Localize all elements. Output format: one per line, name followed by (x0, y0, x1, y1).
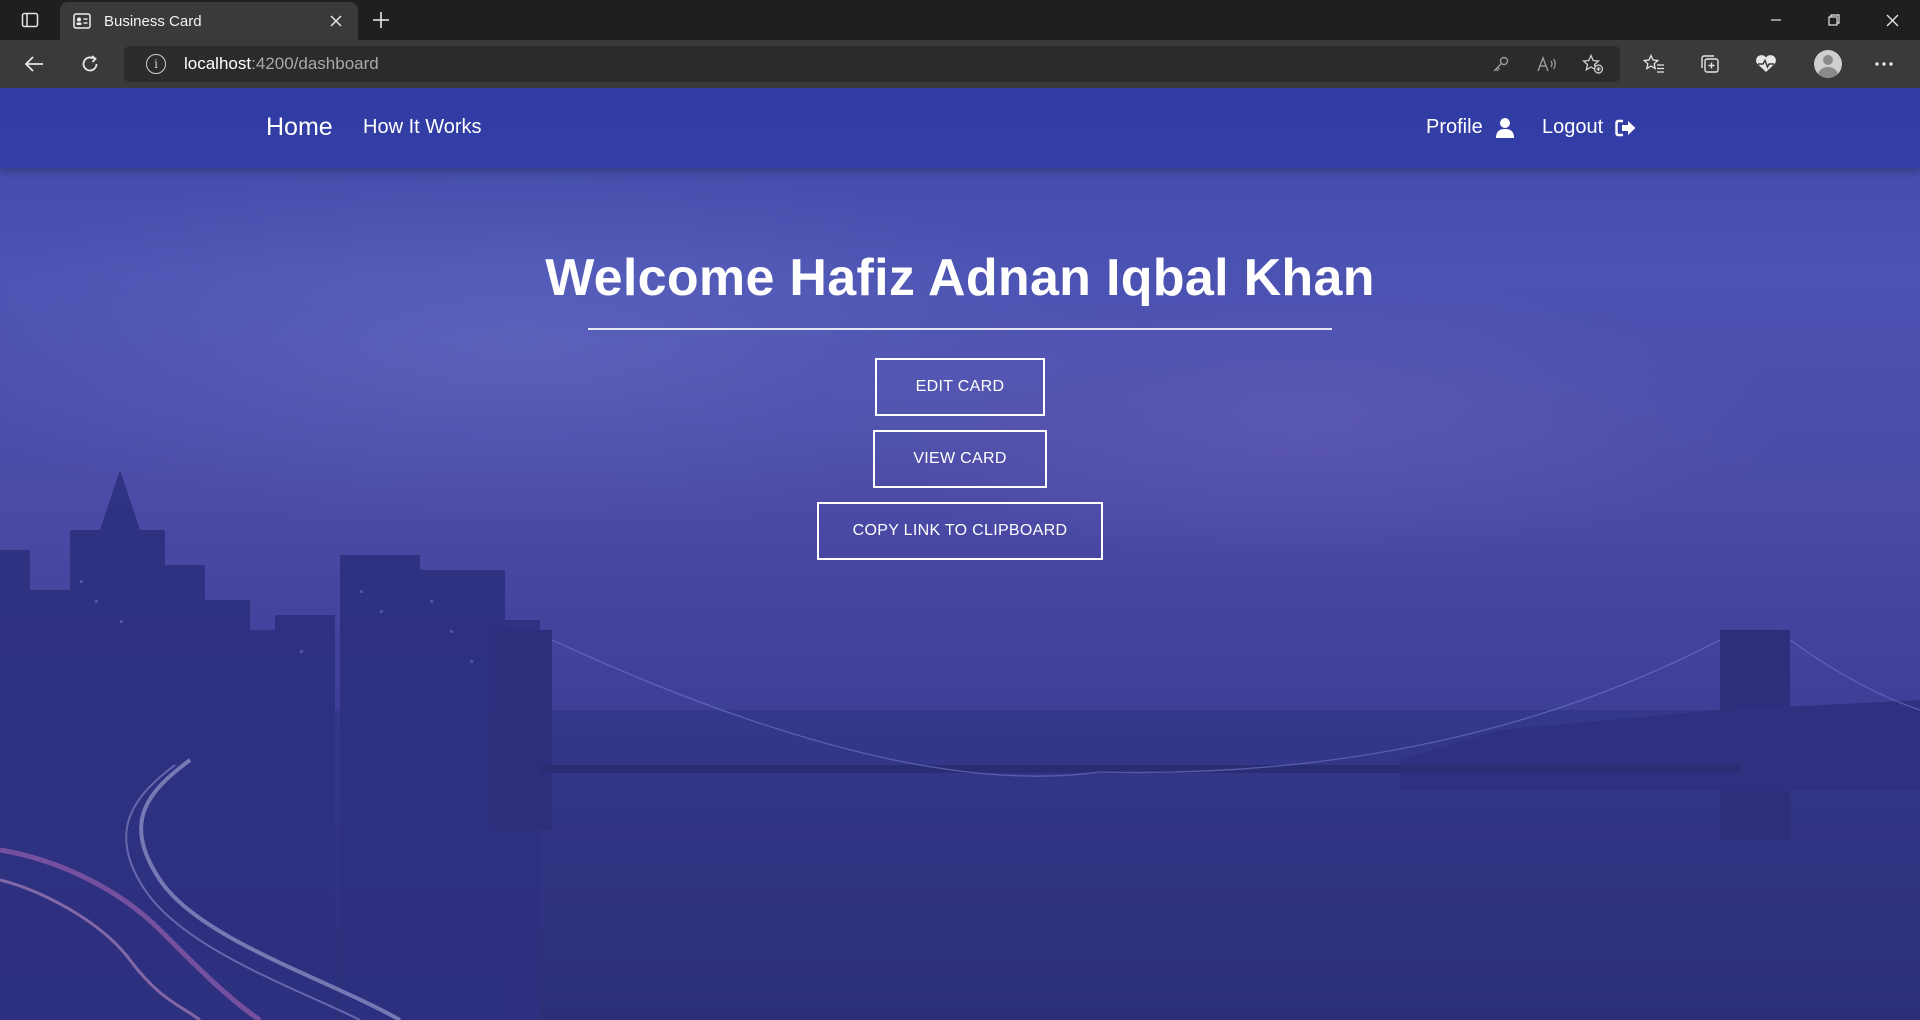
add-favorite-icon[interactable] (1570, 54, 1616, 74)
back-arrow-icon[interactable] (16, 46, 52, 82)
heading-divider (588, 328, 1332, 330)
view-card-button[interactable]: VIEW CARD (873, 430, 1047, 488)
close-window-icon[interactable] (1864, 0, 1920, 40)
address-field-actions (1478, 46, 1616, 82)
copy-link-button[interactable]: COPY LINK TO CLIPBOARD (817, 502, 1103, 560)
restore-icon[interactable] (1806, 0, 1862, 40)
nav-home-link[interactable]: Home (266, 113, 333, 142)
new-tab-icon[interactable] (368, 8, 394, 32)
url-host: localhost (184, 54, 252, 73)
collections-icon[interactable] (1690, 46, 1730, 82)
logout-label: Logout (1542, 116, 1604, 138)
profile-avatar[interactable] (1808, 46, 1848, 82)
browser-tab-bar: Business Card (0, 0, 1920, 40)
browser-essentials-icon[interactable] (1746, 46, 1786, 82)
read-aloud-icon[interactable] (1524, 55, 1570, 73)
favorites-icon[interactable] (1634, 46, 1674, 82)
nav-how-it-works-link[interactable]: How It Works (363, 116, 482, 139)
refresh-icon[interactable] (72, 46, 108, 82)
user-icon (1495, 117, 1515, 139)
nav-logout-link[interactable]: Logout (1542, 116, 1637, 139)
key-icon[interactable] (1478, 55, 1524, 73)
site-navbar: Home How It Works Profile Logout (0, 88, 1920, 168)
tab-actions-icon[interactable] (10, 8, 50, 32)
minimize-icon[interactable] (1748, 0, 1804, 40)
avatar-icon (1814, 50, 1842, 78)
welcome-heading: Welcome Hafiz Adnan Iqbal Khan (545, 249, 1375, 307)
edit-card-button[interactable]: EDIT CARD (875, 358, 1045, 416)
more-menu-icon[interactable] (1864, 46, 1904, 82)
site-info-icon[interactable]: i (146, 54, 166, 74)
address-field[interactable]: i localhost:4200/dashboard (124, 46, 1620, 82)
nav-profile-link[interactable]: Profile (1426, 116, 1515, 139)
browser-toolbar: i localhost:4200/dashboard (0, 40, 1920, 88)
close-tab-icon[interactable] (326, 11, 346, 31)
tab-title: Business Card (104, 12, 202, 30)
url-path: :4200/dashboard (251, 54, 379, 73)
page-viewport: Home How It Works Profile Logout Welcome… (0, 88, 1920, 1020)
browser-tab[interactable]: Business Card (60, 2, 358, 40)
sign-out-icon (1615, 119, 1637, 137)
business-card-favicon-icon (72, 11, 92, 31)
profile-label: Profile (1426, 116, 1483, 138)
